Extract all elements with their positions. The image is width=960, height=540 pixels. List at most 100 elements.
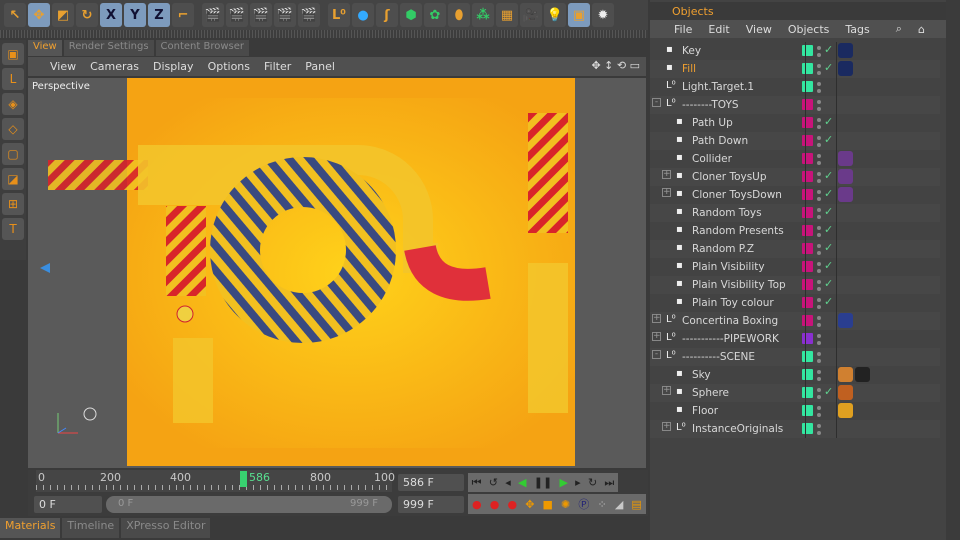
object-row[interactable]: ▪ Key ✓	[650, 42, 940, 60]
object-name[interactable]: -----------PIPEWORK	[682, 333, 779, 345]
go-to-end-icon[interactable]: ⏭	[604, 476, 614, 490]
menu-options[interactable]: Options	[208, 60, 250, 73]
visibility-dots[interactable]	[817, 224, 821, 238]
x-axis-icon[interactable]: X	[100, 3, 122, 27]
light-icon[interactable]: 💡	[544, 3, 566, 27]
menu-view[interactable]: View	[50, 60, 76, 73]
layer-color-swatch[interactable]	[802, 387, 813, 398]
object-row[interactable]: ▪ Path Up ✓	[650, 114, 940, 132]
object-row[interactable]: ▪ Plain Visibility ✓	[650, 258, 940, 276]
expand-toggle-icon[interactable]: +	[662, 188, 671, 197]
scale-key-icon[interactable]: ■	[543, 498, 553, 511]
film-icon[interactable]: ▣	[568, 3, 590, 27]
object-row[interactable]: L⁰ Light.Target.1	[650, 78, 940, 96]
deformer-icon[interactable]: ⬮	[448, 3, 470, 27]
timeline-window-icon[interactable]: ▤	[631, 498, 641, 511]
render-settings-icon[interactable]: 🎬	[298, 3, 320, 27]
object-name[interactable]: Concertina Boxing	[682, 315, 778, 327]
enabled-check-icon[interactable]: ✓	[824, 241, 833, 254]
visibility-dots[interactable]	[817, 206, 821, 220]
layer-color-swatch[interactable]	[802, 117, 813, 128]
layer-color-swatch[interactable]	[802, 45, 813, 56]
visibility-dots[interactable]	[817, 98, 821, 112]
viewport-navigation-icons[interactable]: ✥ ↕ ⟲ ▭	[591, 59, 640, 72]
render-view-icon[interactable]: 🎬	[202, 3, 224, 27]
object-row[interactable]: + ▪ Sphere ✓	[650, 384, 940, 402]
null-object-icon[interactable]: L⁰	[328, 3, 350, 27]
select-icon[interactable]: ↖	[4, 3, 26, 27]
object-row[interactable]: + ▪ Cloner ToysUp ✓	[650, 168, 940, 186]
object-name[interactable]: --------TOYS	[682, 99, 739, 111]
coordinate-system-icon[interactable]: ⌐	[172, 3, 194, 27]
layer-color-swatch[interactable]	[802, 369, 813, 380]
enabled-check-icon[interactable]: ✓	[824, 61, 833, 74]
visibility-dots[interactable]	[817, 422, 821, 436]
material-tag-black-icon[interactable]	[855, 367, 870, 382]
parameter-key-icon[interactable]: Ⓟ	[578, 496, 589, 512]
object-row[interactable]: ▪ Plain Visibility Top ✓	[650, 276, 940, 294]
material-tag-blue-icon[interactable]	[838, 313, 853, 328]
previous-key-icon[interactable]: ↺	[489, 476, 498, 489]
enabled-check-icon[interactable]: ✓	[824, 223, 833, 236]
visibility-dots[interactable]	[817, 44, 821, 58]
layer-color-swatch[interactable]	[802, 405, 813, 416]
scale-icon[interactable]: ◩	[52, 3, 74, 27]
sphere-primitive-icon[interactable]: ●	[352, 3, 374, 27]
visibility-dots[interactable]	[817, 278, 821, 292]
layer-color-swatch[interactable]	[802, 279, 813, 290]
object-row[interactable]: ▪ Sky	[650, 366, 940, 384]
object-row[interactable]: + ▪ Cloner ToysDown ✓	[650, 186, 940, 204]
position-key-icon[interactable]: ✥	[525, 498, 534, 511]
visibility-dots[interactable]	[817, 242, 821, 256]
texture-mode-icon[interactable]: ◪	[2, 168, 24, 190]
enabled-check-icon[interactable]: ✓	[824, 115, 833, 128]
target-tag-icon[interactable]	[838, 43, 853, 58]
enabled-check-icon[interactable]: ✓	[824, 385, 833, 398]
layer-color-swatch[interactable]	[802, 243, 813, 254]
menu-cameras[interactable]: Cameras	[90, 60, 139, 73]
y-axis-icon[interactable]: Y	[124, 3, 146, 27]
object-name[interactable]: Key	[682, 45, 701, 57]
object-row[interactable]: ▪ Collider	[650, 150, 940, 168]
object-name[interactable]: Random Toys	[692, 207, 762, 219]
layer-color-swatch[interactable]	[802, 333, 813, 344]
gear-icon[interactable]: ✹	[592, 3, 614, 27]
edit-render-settings-icon[interactable]: 🎬	[274, 3, 296, 27]
dynamics-tag-icon[interactable]	[838, 187, 853, 202]
render-active-icon[interactable]: 🎬	[226, 3, 248, 27]
layer-color-swatch[interactable]	[802, 63, 813, 74]
object-row[interactable]: - L⁰ ----------SCENE	[650, 348, 940, 366]
playhead[interactable]	[240, 471, 247, 487]
tab-materials[interactable]: Materials	[0, 518, 61, 538]
object-row[interactable]: ▪ Plain Toy colour ✓	[650, 294, 940, 312]
scheme-icon[interactable]: ◢	[615, 498, 623, 511]
layer-color-swatch[interactable]	[802, 99, 813, 110]
object-name[interactable]: Collider	[692, 153, 732, 165]
enabled-check-icon[interactable]: ✓	[824, 277, 833, 290]
tab-content-browser[interactable]: Content Browser	[155, 40, 250, 56]
visibility-dots[interactable]	[817, 62, 821, 76]
object-name[interactable]: Sky	[692, 369, 711, 381]
keyframe-selection-icon[interactable]: ●	[507, 498, 517, 511]
visibility-dots[interactable]	[817, 368, 821, 382]
tab-timeline[interactable]: Timeline	[62, 518, 120, 538]
visibility-dots[interactable]	[817, 170, 821, 184]
enabled-check-icon[interactable]: ✓	[824, 259, 833, 272]
object-name[interactable]: Plain Visibility Top	[692, 279, 786, 291]
expand-toggle-icon[interactable]: +	[662, 386, 671, 395]
object-row[interactable]: - L⁰ --------TOYS	[650, 96, 940, 114]
enabled-check-icon[interactable]: ✓	[824, 133, 833, 146]
menu-edit[interactable]: Edit	[708, 23, 729, 36]
compositing-tag-icon[interactable]	[838, 367, 853, 382]
enabled-check-icon[interactable]: ✓	[824, 43, 833, 56]
object-name[interactable]: Cloner ToysUp	[692, 171, 767, 183]
layer-color-swatch[interactable]	[802, 153, 813, 164]
visibility-dots[interactable]	[817, 80, 821, 94]
spline-pen-icon[interactable]: ʃ	[376, 3, 398, 27]
layer-color-swatch[interactable]	[802, 315, 813, 326]
next-key-icon[interactable]: ↻	[588, 476, 597, 489]
layer-color-swatch[interactable]	[802, 225, 813, 236]
visibility-dots[interactable]	[817, 134, 821, 148]
dynamics-tag-icon[interactable]	[838, 169, 853, 184]
search-icon[interactable]: ⌕	[896, 22, 902, 36]
